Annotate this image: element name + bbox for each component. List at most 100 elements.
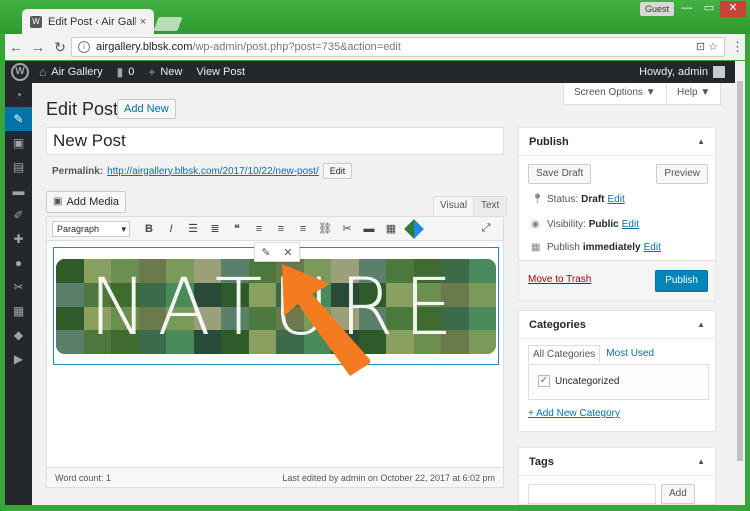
format-select[interactable]: Paragraph — [52, 220, 130, 237]
blockquote-icon[interactable]: ❝ — [226, 222, 248, 235]
publish-header[interactable]: Publish ▲ — [519, 128, 715, 156]
scrollbar-thumb[interactable] — [737, 81, 743, 461]
category-checkbox[interactable]: ✓ — [538, 375, 550, 387]
align-right-icon[interactable]: ≡ — [292, 223, 314, 235]
media-icon[interactable]: ▣ — [5, 131, 32, 155]
gallery-plugin-icon[interactable] — [404, 218, 424, 239]
collapse-arrow-icon[interactable]: ▲ — [697, 457, 705, 466]
visibility-edit-link[interactable]: Edit — [622, 219, 639, 230]
tab-text[interactable]: Text — [473, 196, 508, 216]
maximize-button[interactable]: ▭ — [698, 1, 720, 17]
bookmark-star-icon[interactable]: ⊡ ☆ — [696, 40, 718, 53]
pages-icon[interactable]: ▤ — [5, 155, 32, 179]
category-tabs: All Categories Most Used — [528, 345, 659, 363]
edit-pencil-icon[interactable]: ✎ — [261, 246, 270, 259]
list-item[interactable]: ✓ Uncategorized — [538, 375, 619, 387]
new-content-link[interactable]: + New — [148, 65, 182, 79]
help-button[interactable]: Help ▼ — [666, 83, 722, 105]
unlink-icon[interactable]: ✂ — [336, 222, 358, 235]
address-bar[interactable]: i airgallery.blbsk.com /wp-admin/post.ph… — [71, 37, 725, 57]
categories-header[interactable]: Categories ▲ — [519, 311, 715, 339]
status-edit-link[interactable]: Edit — [607, 194, 624, 205]
bullet-list-icon[interactable]: ☰ — [182, 222, 204, 235]
account-menu[interactable]: Howdy, admin — [639, 66, 725, 78]
gallery-icon[interactable]: ◆ — [5, 323, 32, 347]
chrome-menu-icon[interactable]: ⋮ — [731, 39, 744, 55]
appearance-icon[interactable]: ✐ — [5, 203, 32, 227]
wordpress-logo-icon[interactable]: W — [11, 63, 29, 81]
new-tab-button[interactable] — [153, 17, 183, 31]
add-media-button[interactable]: ▣ Add Media — [46, 191, 127, 213]
view-post-link[interactable]: View Post — [196, 66, 245, 78]
avatar — [713, 66, 725, 78]
move-to-trash-link[interactable]: Move to Trash — [528, 274, 591, 285]
remove-image-icon[interactable]: ✕ — [283, 246, 292, 259]
tag-input[interactable] — [528, 484, 656, 504]
schedule-label: Publish — [547, 242, 580, 253]
keyboard-icon[interactable]: ▦ — [380, 222, 402, 235]
browser-tab[interactable]: W Edit Post ‹ Air Gallery — × — [22, 9, 154, 35]
url-host: airgallery.blbsk.com — [96, 41, 193, 53]
tags-header[interactable]: Tags ▲ — [519, 448, 715, 476]
main-content: Screen Options ▼ Help ▼ Edit Post Add Ne… — [32, 83, 735, 505]
schedule-edit-link[interactable]: Edit — [644, 242, 661, 253]
calendar-icon: ▦ — [531, 242, 541, 253]
add-tag-button[interactable]: Add — [661, 484, 695, 504]
editor-toolbar: Paragraph B I ☰ ≣ ❝ ≡ ≡ ≡ ⛓ ✂ ▬ ▦ ⤢ — [47, 217, 503, 241]
reload-icon[interactable]: ↻ — [49, 39, 71, 56]
italic-icon[interactable]: I — [160, 223, 182, 235]
add-new-button[interactable]: Add New — [117, 99, 176, 119]
visibility-value: Public — [588, 219, 619, 230]
align-center-icon[interactable]: ≡ — [270, 223, 292, 235]
posts-icon[interactable]: ✎ — [5, 107, 32, 131]
play-icon[interactable]: ▶ — [5, 347, 32, 371]
howdy-label: Howdy, admin — [639, 66, 708, 78]
permalink-edit-button[interactable]: Edit — [322, 163, 353, 179]
site-name-link[interactable]: ⌂ Air Gallery — [39, 65, 103, 79]
tab-visual[interactable]: Visual — [433, 196, 475, 216]
publish-heading: Publish — [529, 135, 569, 148]
comments-link[interactable]: ▮ 0 — [117, 65, 135, 79]
align-left-icon[interactable]: ≡ — [248, 223, 270, 235]
page-title: Edit Post — [46, 99, 119, 119]
orange-arrow-annotation — [282, 264, 370, 376]
permalink-link[interactable]: http://airgallery.blbsk.com/2017/10/22/n… — [107, 166, 319, 177]
users-icon[interactable]: ● — [5, 251, 32, 275]
close-window-button[interactable]: ✕ — [720, 1, 746, 17]
media-icon: ▣ — [53, 196, 63, 207]
screen-options-button[interactable]: Screen Options ▼ — [563, 83, 667, 105]
forward-icon[interactable]: → — [27, 39, 49, 55]
last-edited: Last edited by admin on October 22, 2017… — [282, 472, 495, 483]
collapse-arrow-icon[interactable]: ▲ — [697, 137, 705, 146]
read-more-icon[interactable]: ▬ — [358, 223, 380, 235]
url-path: /wp-admin/post.php?post=735&action=edit — [192, 41, 401, 53]
fullscreen-icon[interactable]: ⤢ — [475, 222, 497, 235]
numbered-list-icon[interactable]: ≣ — [204, 222, 226, 235]
tab-all-categories[interactable]: All Categories — [528, 345, 601, 363]
page-scrollbar[interactable] — [735, 61, 745, 505]
publish-button[interactable]: Publish — [655, 270, 708, 292]
settings-icon[interactable]: ▦ — [5, 299, 32, 323]
tab-most-used[interactable]: Most Used — [600, 345, 659, 363]
permalink-label: Permalink: — [52, 165, 104, 177]
link-icon[interactable]: ⛓ — [314, 222, 336, 235]
guest-profile-badge[interactable]: Guest — [640, 2, 675, 16]
tab-close-icon[interactable]: × — [136, 16, 150, 28]
back-icon[interactable]: ← — [5, 39, 27, 55]
add-new-category-link[interactable]: + Add New Category — [528, 408, 620, 419]
status-label: Status: — [547, 194, 579, 205]
category-list: ✓ Uncategorized — [528, 364, 709, 400]
save-draft-button[interactable]: Save Draft — [528, 164, 592, 184]
status-value: Draft — [581, 194, 605, 205]
post-title-input[interactable]: New Post — [46, 127, 504, 155]
comments-icon[interactable]: ▬ — [5, 179, 32, 203]
plugins-icon[interactable]: ✚ — [5, 227, 32, 251]
collapse-arrow-icon[interactable]: ▲ — [697, 320, 705, 329]
preview-button[interactable]: Preview — [656, 164, 708, 184]
bold-icon[interactable]: B — [138, 223, 160, 235]
dashboard-icon[interactable]: ◔ — [5, 83, 32, 107]
info-icon[interactable]: i — [78, 41, 90, 53]
minimize-button[interactable]: — — [676, 1, 698, 17]
permalink-row: Permalink: http://airgallery.blbsk.com/2… — [52, 163, 353, 179]
tools-icon[interactable]: ✂ — [5, 275, 32, 299]
